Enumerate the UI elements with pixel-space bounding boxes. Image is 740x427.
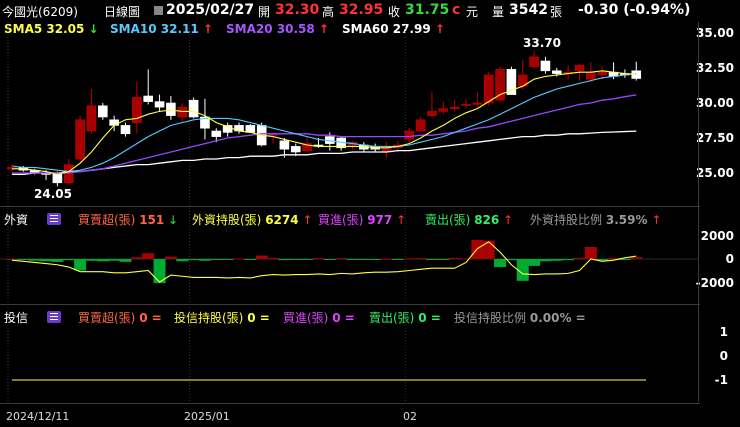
candle-body <box>120 125 131 135</box>
foreign-net-bar <box>255 255 268 259</box>
foreign-net-bar <box>448 257 461 259</box>
foreign-net-bar <box>346 259 359 260</box>
foreign-net-bar <box>380 258 393 260</box>
foreign-net-bar <box>164 256 177 259</box>
foreign-net-bar <box>119 259 132 262</box>
candle-body <box>86 105 97 132</box>
foreign-net-bar <box>210 259 223 260</box>
foreign-net-bar <box>357 259 370 260</box>
foreign-net-bar <box>323 259 336 260</box>
candle-body <box>449 106 460 109</box>
foreign-net-bar <box>312 258 325 260</box>
foreign-net-bar <box>96 259 109 262</box>
foreign-net-bar <box>528 259 541 266</box>
candle-body <box>586 71 596 80</box>
foreign-net-bar <box>584 246 597 259</box>
foreign-net-bar <box>630 257 643 259</box>
foreign-net-bar <box>40 259 53 262</box>
foreign-net-bar <box>482 240 495 259</box>
foreign-net-bar <box>301 259 314 260</box>
foreign-net-bar <box>369 259 382 260</box>
candle-body <box>404 130 415 140</box>
candle-body <box>461 104 471 106</box>
candle-body <box>109 119 119 126</box>
foreign-net-bar <box>425 259 438 260</box>
candle-body <box>574 64 585 72</box>
candle-body <box>211 130 222 137</box>
candle-body <box>52 174 63 184</box>
foreign-net-bar <box>221 259 234 260</box>
foreign-net-bar <box>62 259 75 261</box>
candle-body <box>597 71 608 76</box>
foreign-net-bar <box>6 259 18 260</box>
foreign-net-bar <box>460 258 472 260</box>
candle-body <box>540 60 551 72</box>
candle-body <box>98 105 108 118</box>
foreign-net-bar <box>403 258 416 260</box>
candle-body <box>427 111 437 116</box>
foreign-net-bar <box>28 259 41 261</box>
foreign-net-bar <box>142 253 155 259</box>
foreign-net-bar <box>198 259 211 261</box>
foreign-net-bar <box>130 257 143 259</box>
foreign-net-bar <box>74 259 87 271</box>
foreign-net-bar <box>562 259 575 261</box>
candle-body <box>279 140 290 150</box>
candle-body <box>472 102 483 105</box>
foreign-net-bar <box>278 259 291 261</box>
foreign-net-bar <box>289 259 302 260</box>
candle-body <box>551 70 562 74</box>
foreign-net-bar <box>573 257 586 259</box>
candle-body <box>154 101 165 108</box>
candle-body <box>483 74 494 104</box>
chart-canvas[interactable] <box>0 0 740 427</box>
foreign-net-bar <box>176 259 189 262</box>
candle-body <box>438 108 449 112</box>
candle-body <box>495 69 505 101</box>
sma10-line <box>11 72 637 173</box>
foreign-net-bar <box>244 259 257 260</box>
candle-body <box>188 99 199 118</box>
candle-body <box>63 164 74 184</box>
candle-body <box>290 146 301 153</box>
foreign-net-bar <box>550 259 563 261</box>
candle-body <box>529 56 539 67</box>
sma5-line <box>12 70 637 175</box>
foreign-holding-line <box>11 241 637 283</box>
candle-body <box>75 119 85 160</box>
candle-body <box>245 125 256 133</box>
candle-body <box>166 102 176 116</box>
foreign-net-bar <box>494 259 507 268</box>
foreign-net-bar <box>233 258 245 260</box>
foreign-net-bar <box>108 259 121 261</box>
foreign-net-bar <box>85 259 98 261</box>
foreign-net-bar <box>391 259 404 260</box>
candle-body <box>415 119 426 132</box>
foreign-net-bar <box>51 259 64 262</box>
candle-body <box>143 95 153 102</box>
candle-body <box>177 106 188 118</box>
foreign-net-bar <box>267 257 280 259</box>
foreign-net-bar <box>539 259 552 262</box>
foreign-net-bar <box>335 258 348 260</box>
foreign-net-bar <box>414 258 427 260</box>
foreign-net-bar <box>437 259 450 260</box>
foreign-net-bar <box>187 259 200 261</box>
foreign-net-bar <box>17 259 30 260</box>
